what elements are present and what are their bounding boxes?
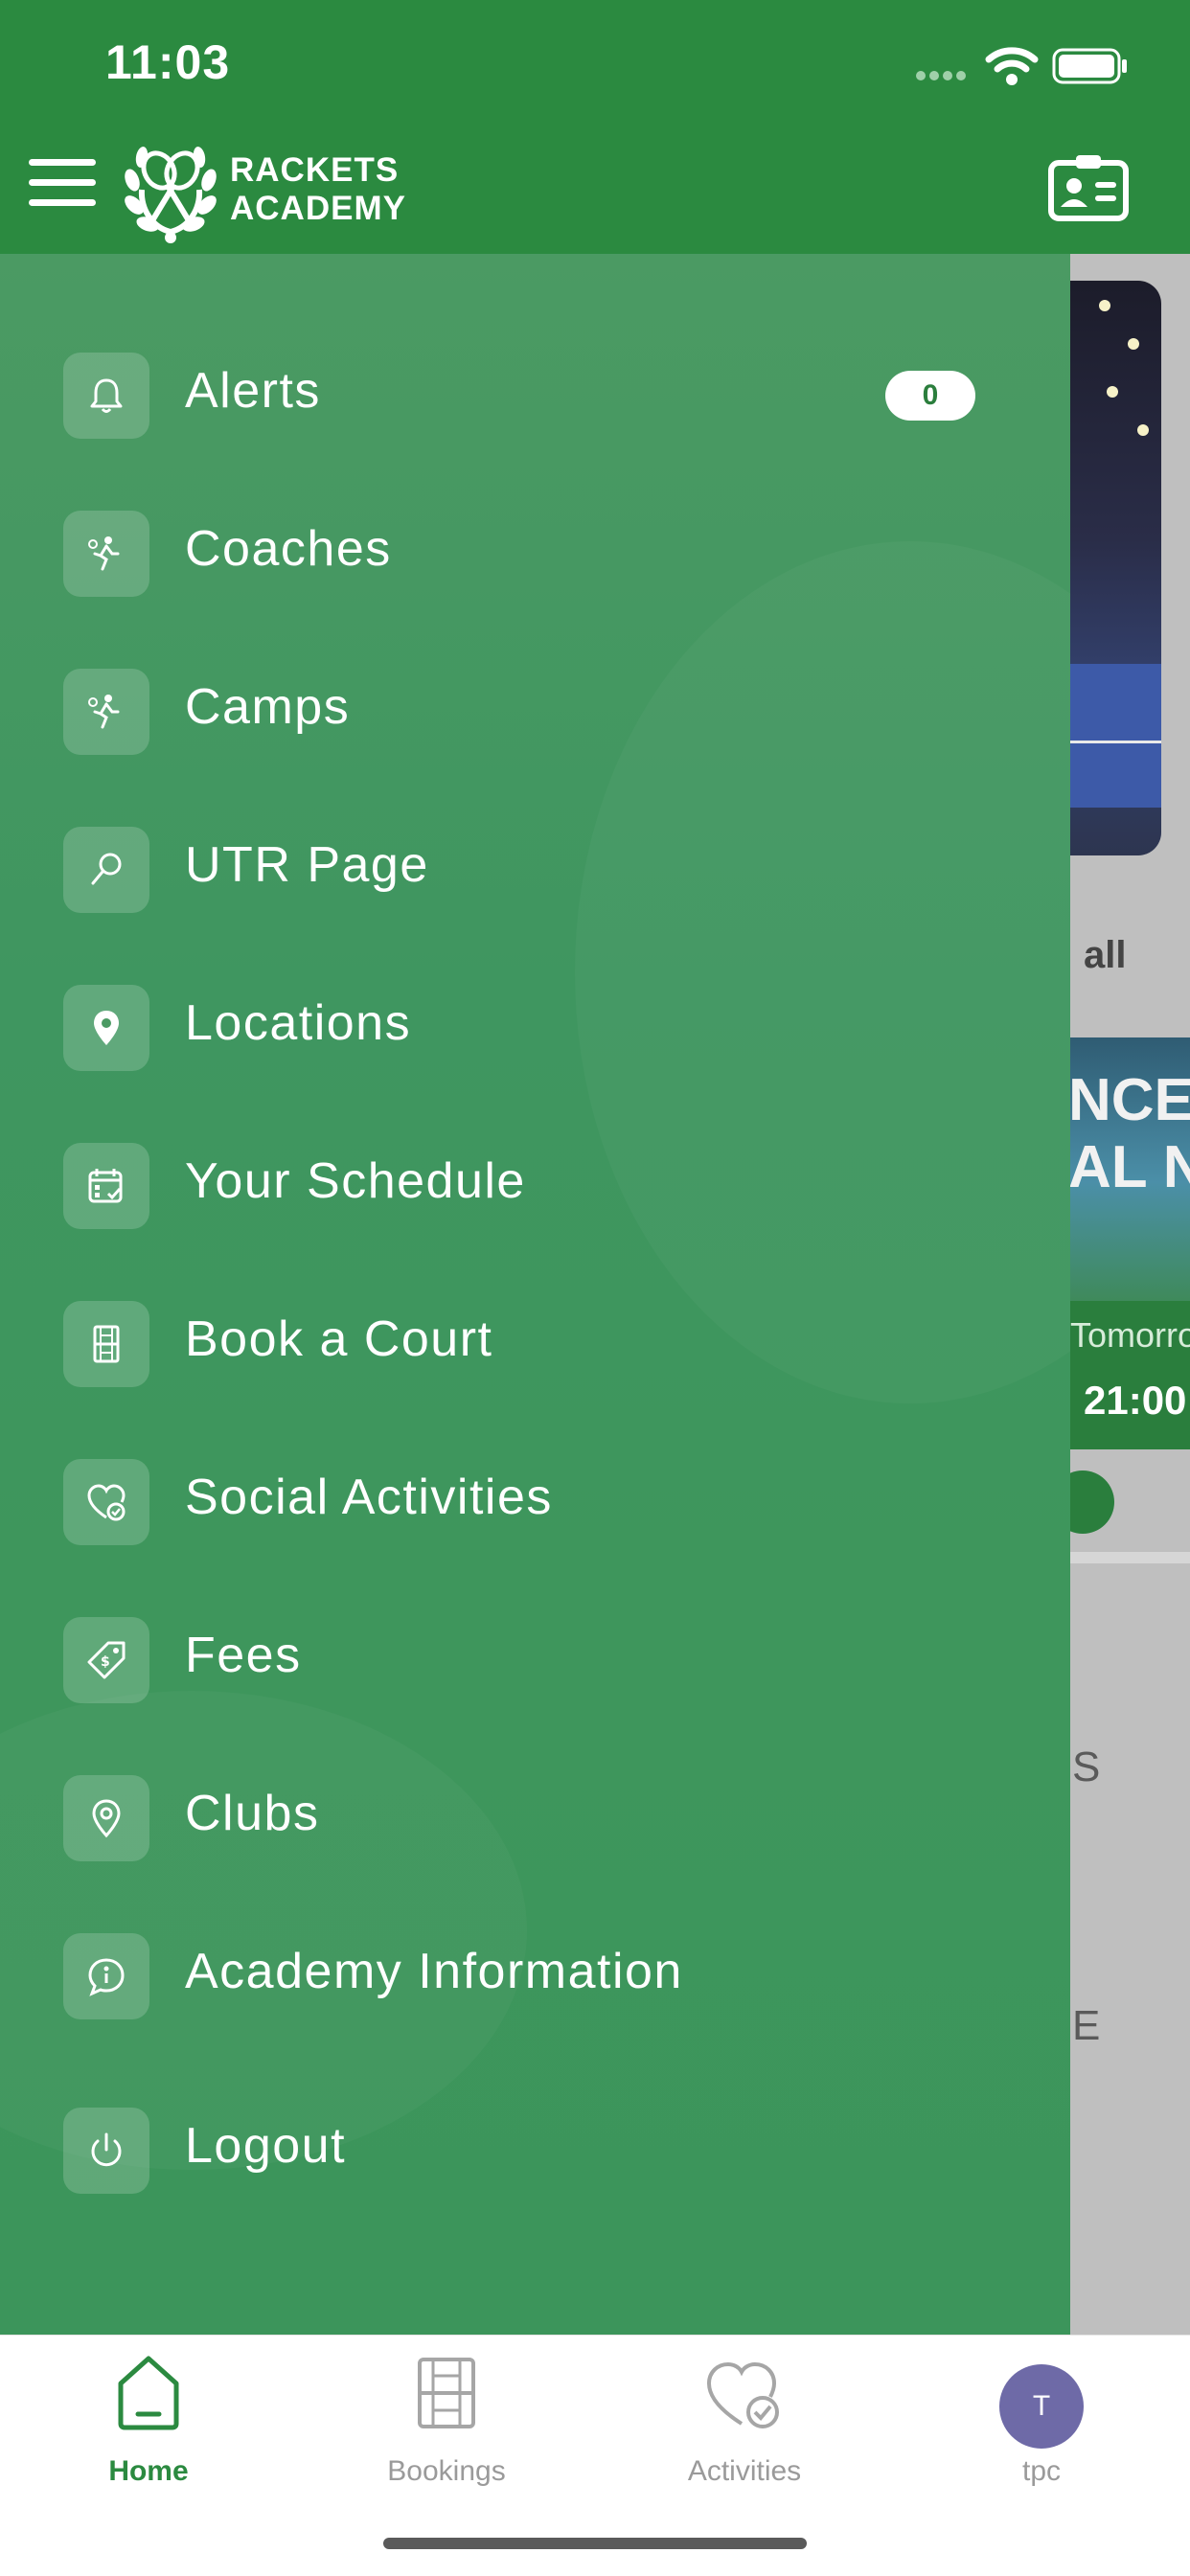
event-title-line1: NCE bbox=[1070, 1067, 1190, 1133]
gender-icon bbox=[1070, 1470, 1114, 1534]
tab-label: Activities bbox=[687, 2455, 802, 2487]
id-card-icon[interactable] bbox=[1047, 153, 1130, 222]
event-title-line2: AL NI bbox=[1070, 1134, 1190, 1200]
divider bbox=[1070, 1552, 1190, 1563]
tab-label: Bookings bbox=[387, 2455, 506, 2487]
menu-item-book-a-court[interactable]: Book a Court bbox=[0, 1291, 1070, 1397]
event-time: 21:00 bbox=[1084, 1378, 1187, 1423]
background-home-page[interactable]: all NCE AL NI Tomorro 21:00 S E bbox=[1070, 254, 1190, 2335]
menu-item-academy-information[interactable]: Academy Information bbox=[0, 1924, 1070, 2029]
price-tag-icon: $ bbox=[63, 1617, 149, 1703]
event-card-image: NCE AL NI bbox=[1070, 1037, 1190, 1301]
menu-item-alerts[interactable]: Alerts 0 bbox=[0, 343, 1070, 448]
menu-item-clubs[interactable]: Clubs bbox=[0, 1766, 1070, 1871]
avatar: T bbox=[999, 2364, 1084, 2449]
tab-activities[interactable]: Activities bbox=[639, 2355, 850, 2498]
bell-icon bbox=[63, 353, 149, 439]
menu-item-label: Logout bbox=[185, 2118, 347, 2174]
tab-label: tpc bbox=[1021, 2455, 1062, 2487]
hamburger-icon[interactable] bbox=[29, 153, 96, 211]
alerts-count-badge: 0 bbox=[885, 371, 975, 421]
side-drawer: Alerts 0 Coaches Camps UTR Page Location… bbox=[0, 254, 1070, 2335]
cellular-signal-icon bbox=[916, 71, 966, 80]
see-all-link[interactable]: all bbox=[1084, 934, 1126, 977]
heart-check-icon bbox=[63, 1459, 149, 1545]
event-day: Tomorro bbox=[1070, 1315, 1190, 1355]
menu-item-label: UTR Page bbox=[185, 837, 429, 893]
menu-item-label: Camps bbox=[185, 679, 351, 735]
player-icon bbox=[63, 511, 149, 597]
menu-item-label: Social Activities bbox=[185, 1470, 553, 1525]
menu-item-label: Book a Court bbox=[185, 1311, 493, 1367]
info-chat-icon bbox=[63, 1933, 149, 2019]
menu-item-label: Academy Information bbox=[185, 1944, 683, 1999]
home-indicator[interactable] bbox=[383, 2538, 807, 2549]
tab-label: Home bbox=[108, 2455, 189, 2487]
event-card[interactable]: NCE AL NI Tomorro 21:00 bbox=[1070, 1037, 1190, 1449]
svg-text:$: $ bbox=[101, 1654, 110, 1670]
status-time: 11:03 bbox=[105, 35, 231, 89]
battery-icon bbox=[1052, 48, 1127, 84]
menu-item-label: Your Schedule bbox=[185, 1153, 526, 1209]
menu-item-label: Locations bbox=[185, 995, 412, 1051]
top-bar: 11:03 RACKETS ACADEMY bbox=[0, 0, 1190, 254]
menu-item-coaches[interactable]: Coaches bbox=[0, 501, 1070, 606]
menu-item-social-activities[interactable]: Social Activities bbox=[0, 1449, 1070, 1555]
menu-item-label: Coaches bbox=[185, 521, 392, 577]
heart-check-icon bbox=[706, 2361, 779, 2428]
tab-bookings[interactable]: Bookings bbox=[341, 2355, 552, 2498]
tab-profile[interactable]: T tpc bbox=[936, 2355, 1147, 2498]
racket-icon bbox=[63, 827, 149, 913]
player-icon bbox=[63, 669, 149, 755]
logo-text: RACKETS ACADEMY bbox=[230, 151, 406, 228]
court-icon bbox=[63, 1301, 149, 1387]
menu-item-logout[interactable]: Logout bbox=[0, 2098, 1070, 2203]
menu-item-label: Alerts bbox=[185, 363, 321, 419]
logo-line2: ACADEMY bbox=[230, 190, 406, 227]
location-pin-icon bbox=[63, 985, 149, 1071]
menu-item-utr-page[interactable]: UTR Page bbox=[0, 817, 1070, 923]
court-icon bbox=[418, 2358, 475, 2428]
menu-item-label: Fees bbox=[185, 1628, 302, 1683]
calendar-check-icon bbox=[63, 1143, 149, 1229]
menu-item-fees[interactable]: $ Fees bbox=[0, 1607, 1070, 1713]
power-icon bbox=[63, 2108, 149, 2194]
menu-item-your-schedule[interactable]: Your Schedule bbox=[0, 1133, 1070, 1239]
home-icon bbox=[118, 2356, 179, 2430]
menu-item-locations[interactable]: Locations bbox=[0, 975, 1070, 1081]
tab-home[interactable]: Home bbox=[43, 2355, 254, 2498]
logo-line1: RACKETS bbox=[230, 151, 400, 189]
featured-court-photo bbox=[1070, 281, 1161, 855]
menu-item-label: Clubs bbox=[185, 1786, 320, 1841]
wifi-icon bbox=[985, 47, 1039, 85]
menu-item-camps[interactable]: Camps bbox=[0, 659, 1070, 764]
section-heading-e: E bbox=[1072, 2002, 1101, 2049]
location-outline-icon bbox=[63, 1775, 149, 1861]
section-heading-s: S bbox=[1072, 1744, 1101, 1790]
